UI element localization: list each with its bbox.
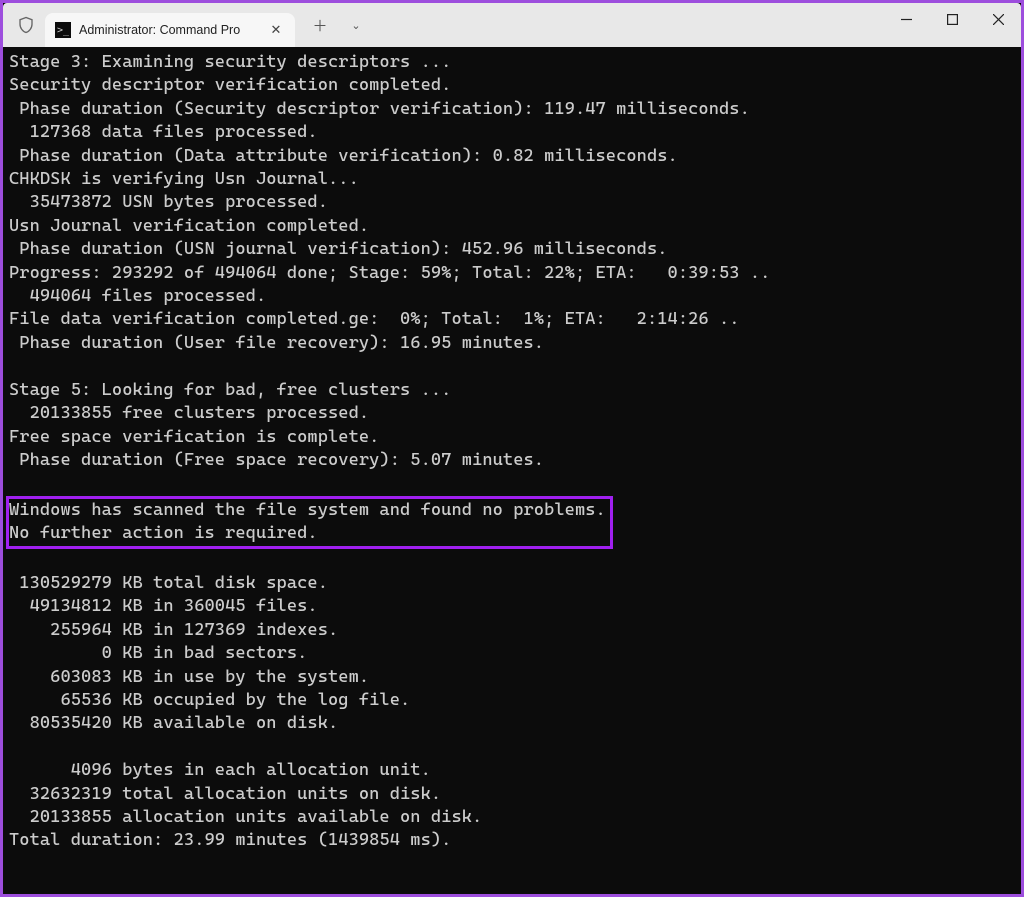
titlebar: >_ Administrator: Command Pro ✕ ＋ ⌄	[3, 3, 1021, 47]
minimize-button[interactable]	[883, 3, 929, 35]
tab-active[interactable]: >_ Administrator: Command Pro ✕	[45, 13, 295, 47]
close-tab-button[interactable]: ✕	[267, 21, 285, 39]
terminal-icon: >_	[55, 22, 71, 38]
maximize-button[interactable]	[929, 3, 975, 35]
window-frame: >_ Administrator: Command Pro ✕ ＋ ⌄ Stag…	[0, 0, 1024, 897]
plus-icon: ＋	[312, 15, 327, 36]
close-window-button[interactable]	[975, 3, 1021, 35]
shield-icon	[17, 16, 35, 34]
tab-title: Administrator: Command Pro	[79, 23, 267, 37]
maximize-icon	[947, 14, 958, 25]
highlighted-result: Windows has scanned the file system and …	[6, 496, 613, 549]
close-icon: ✕	[271, 22, 282, 38]
chevron-down-icon: ⌄	[351, 19, 360, 32]
close-icon	[993, 14, 1004, 25]
minimize-icon	[901, 14, 912, 25]
terminal-output[interactable]: Stage 3: Examining security descriptors …	[3, 47, 1021, 894]
tab-dropdown-button[interactable]: ⌄	[341, 10, 371, 40]
window-controls	[883, 3, 1021, 47]
new-tab-button[interactable]: ＋	[305, 10, 335, 40]
